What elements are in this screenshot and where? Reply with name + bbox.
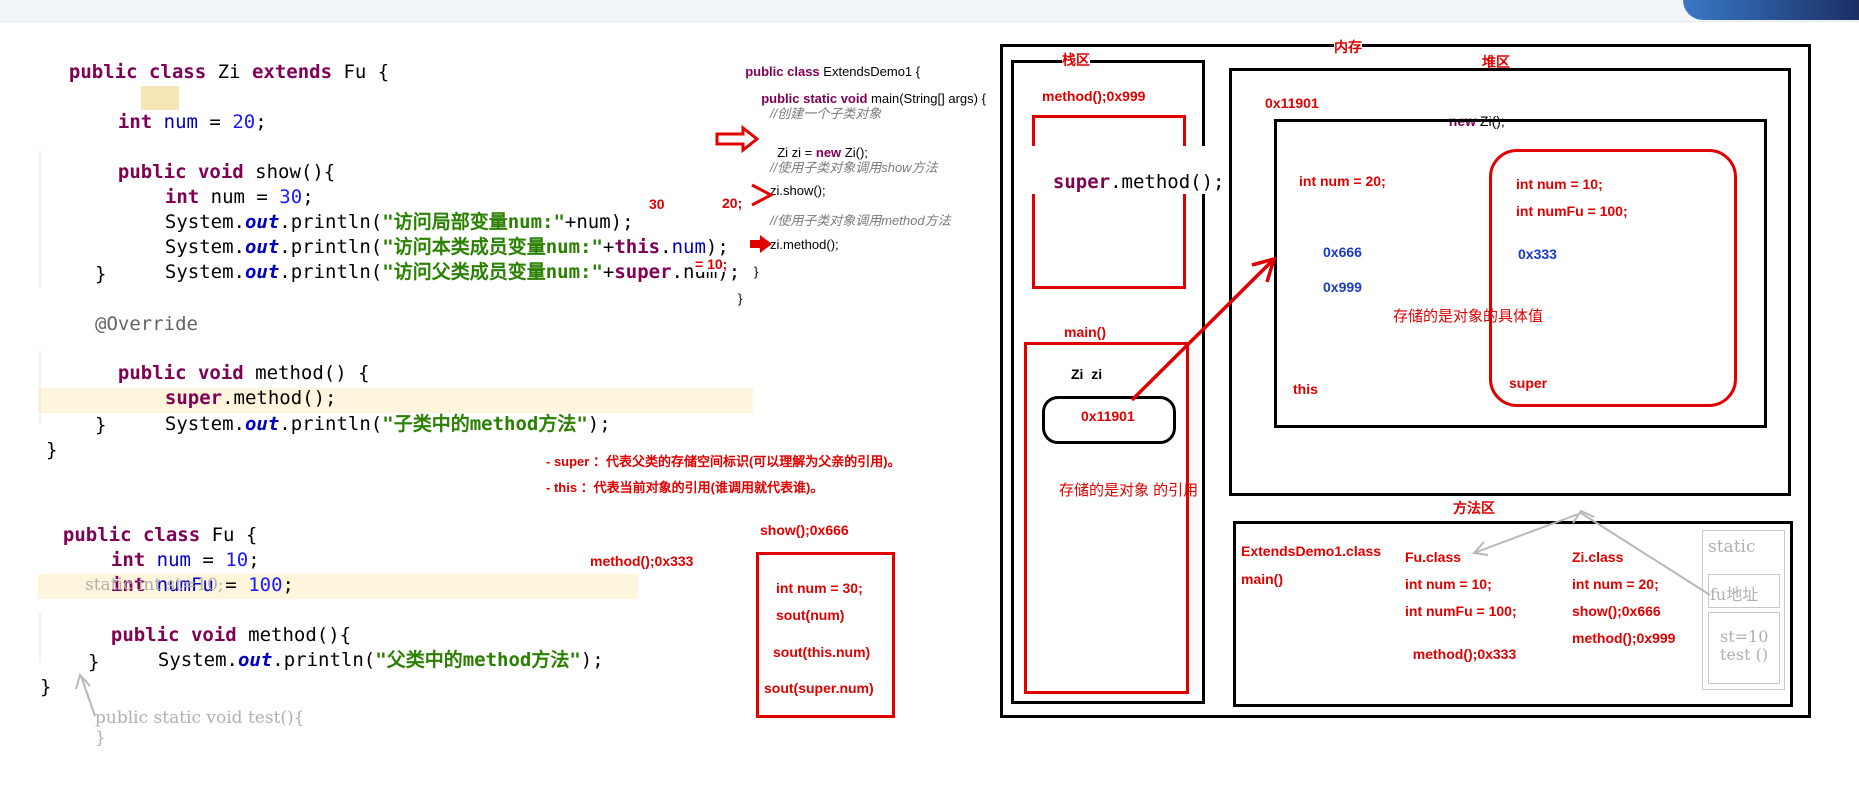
super-field: int numFu = 100;: [1516, 203, 1628, 219]
brace: }: [46, 439, 58, 461]
zi-object-address: 0x999: [1323, 279, 1362, 295]
corner-avatar-icon: [1683, 0, 1859, 20]
static-title: static: [1708, 537, 1756, 557]
override-annotation: @Override: [95, 313, 198, 335]
arrow-icon: [75, 672, 91, 690]
super-address: 0x333: [1518, 246, 1557, 262]
this-label: this: [1293, 381, 1318, 397]
show-frame-item: int num = 30;: [776, 580, 863, 596]
show-frame-item: sout(super.num): [764, 680, 874, 696]
fu-static-field: static int st=10;: [85, 575, 224, 595]
value-20: 20;: [722, 195, 743, 211]
static-st: st=10: [1720, 627, 1769, 646]
demo-create-zi: Zi zi = new Zi();: [777, 145, 868, 160]
demo-comment: //使用子类对象调用show方法: [770, 160, 938, 175]
zi-variable: Zi zi: [1071, 366, 1103, 382]
show-frame-item: sout(num): [776, 607, 845, 623]
zi-reference-value: 0x11901: [1081, 408, 1135, 424]
brace: }: [754, 264, 759, 279]
ma-fu-class: Fu.class: [1405, 549, 1462, 565]
demo-main-signature: public static void main(String[] args) {: [761, 91, 986, 106]
value-30: 30: [649, 196, 665, 212]
heap-title: 堆区: [1482, 54, 1510, 70]
main-frame-title: main(): [1064, 324, 1106, 340]
stack-method-frame: [1032, 115, 1186, 289]
this-note: - this ：代表当前对象的引用(谁调用就代表谁)。: [546, 480, 824, 495]
main-stack-frame: [1024, 342, 1189, 694]
brace: }: [95, 263, 107, 285]
memory-title: 内存: [1334, 37, 1362, 57]
demo-call-method: zi.method();: [770, 237, 839, 252]
static-test: test (): [1720, 645, 1769, 664]
zi-class-decl: public class Zi extends Fu {: [68, 61, 390, 83]
brace: }: [40, 676, 52, 698]
ma-fu-item: int numFu = 100;: [1405, 603, 1517, 619]
arrow-icon: [751, 183, 775, 207]
demo-comment: //使用子类对象调用method方法: [770, 213, 951, 228]
top-bar: [0, 0, 1859, 22]
arrow-icon: [750, 235, 772, 253]
brace: }: [95, 728, 106, 748]
ma-demo-class: ExtendsDemo1.class: [1241, 543, 1382, 559]
connector-line: [80, 675, 96, 717]
demo-comment: //创建一个子类对象: [770, 106, 882, 121]
reference-note: 存储的是对象 的引用: [1059, 482, 1199, 499]
ma-main: main(): [1241, 571, 1283, 587]
super-field: int num = 10;: [1516, 176, 1603, 192]
fu-method-label: method();0x333: [590, 553, 694, 569]
stack-title: 栈区: [1062, 50, 1090, 70]
demo-class-decl: public class ExtendsDemo1 {: [745, 64, 921, 79]
zi-method-print: System.out.println("子类中的method方法");: [164, 413, 611, 435]
ma-fu-item: method();0x333: [1412, 646, 1517, 662]
fu-method-print: System.out.println("父类中的method方法");: [157, 649, 604, 671]
zi-field-num: int num = 20;: [117, 111, 267, 133]
arrow-icon: [715, 124, 760, 154]
ma-zi-item: int num = 20;: [1572, 576, 1659, 592]
brace: }: [95, 414, 107, 436]
value-note: 存储的是对象的具体值: [1393, 308, 1544, 325]
super-note: - super ：代表父类的存储空间标识(可以理解为父亲的引用)。: [546, 454, 901, 469]
static-fu-address: fu地址: [1710, 585, 1759, 604]
show-frame-item: sout(this.num): [773, 644, 871, 660]
heap-address: 0x11901: [1265, 95, 1319, 111]
fu-static-test: public static void test(){: [95, 708, 305, 728]
method-area-title: 方法区: [1453, 500, 1495, 516]
ma-zi-item: show();0x666: [1572, 603, 1661, 619]
demo-call-show: zi.show();: [770, 183, 826, 198]
brace: }: [738, 291, 743, 306]
stack-method-frame-title: method();0x999: [1042, 88, 1146, 104]
show-frame-title: show();0x666: [760, 522, 849, 538]
brace: }: [88, 651, 100, 673]
ma-zi-class: Zi.class: [1572, 549, 1624, 565]
value-10: = 10;: [695, 256, 728, 272]
ma-fu-item: int num = 10;: [1405, 576, 1492, 592]
zi-show-print-super: System.out.println("访问父类成员变量num:"+super.…: [164, 261, 741, 283]
ma-zi-item: method();0x999: [1572, 630, 1676, 646]
zi-object-address: 0x666: [1323, 244, 1362, 260]
stack-super-call: super.method();: [1030, 146, 1225, 194]
super-label: super: [1509, 375, 1548, 391]
zi-object-field: int num = 20;: [1299, 173, 1386, 189]
